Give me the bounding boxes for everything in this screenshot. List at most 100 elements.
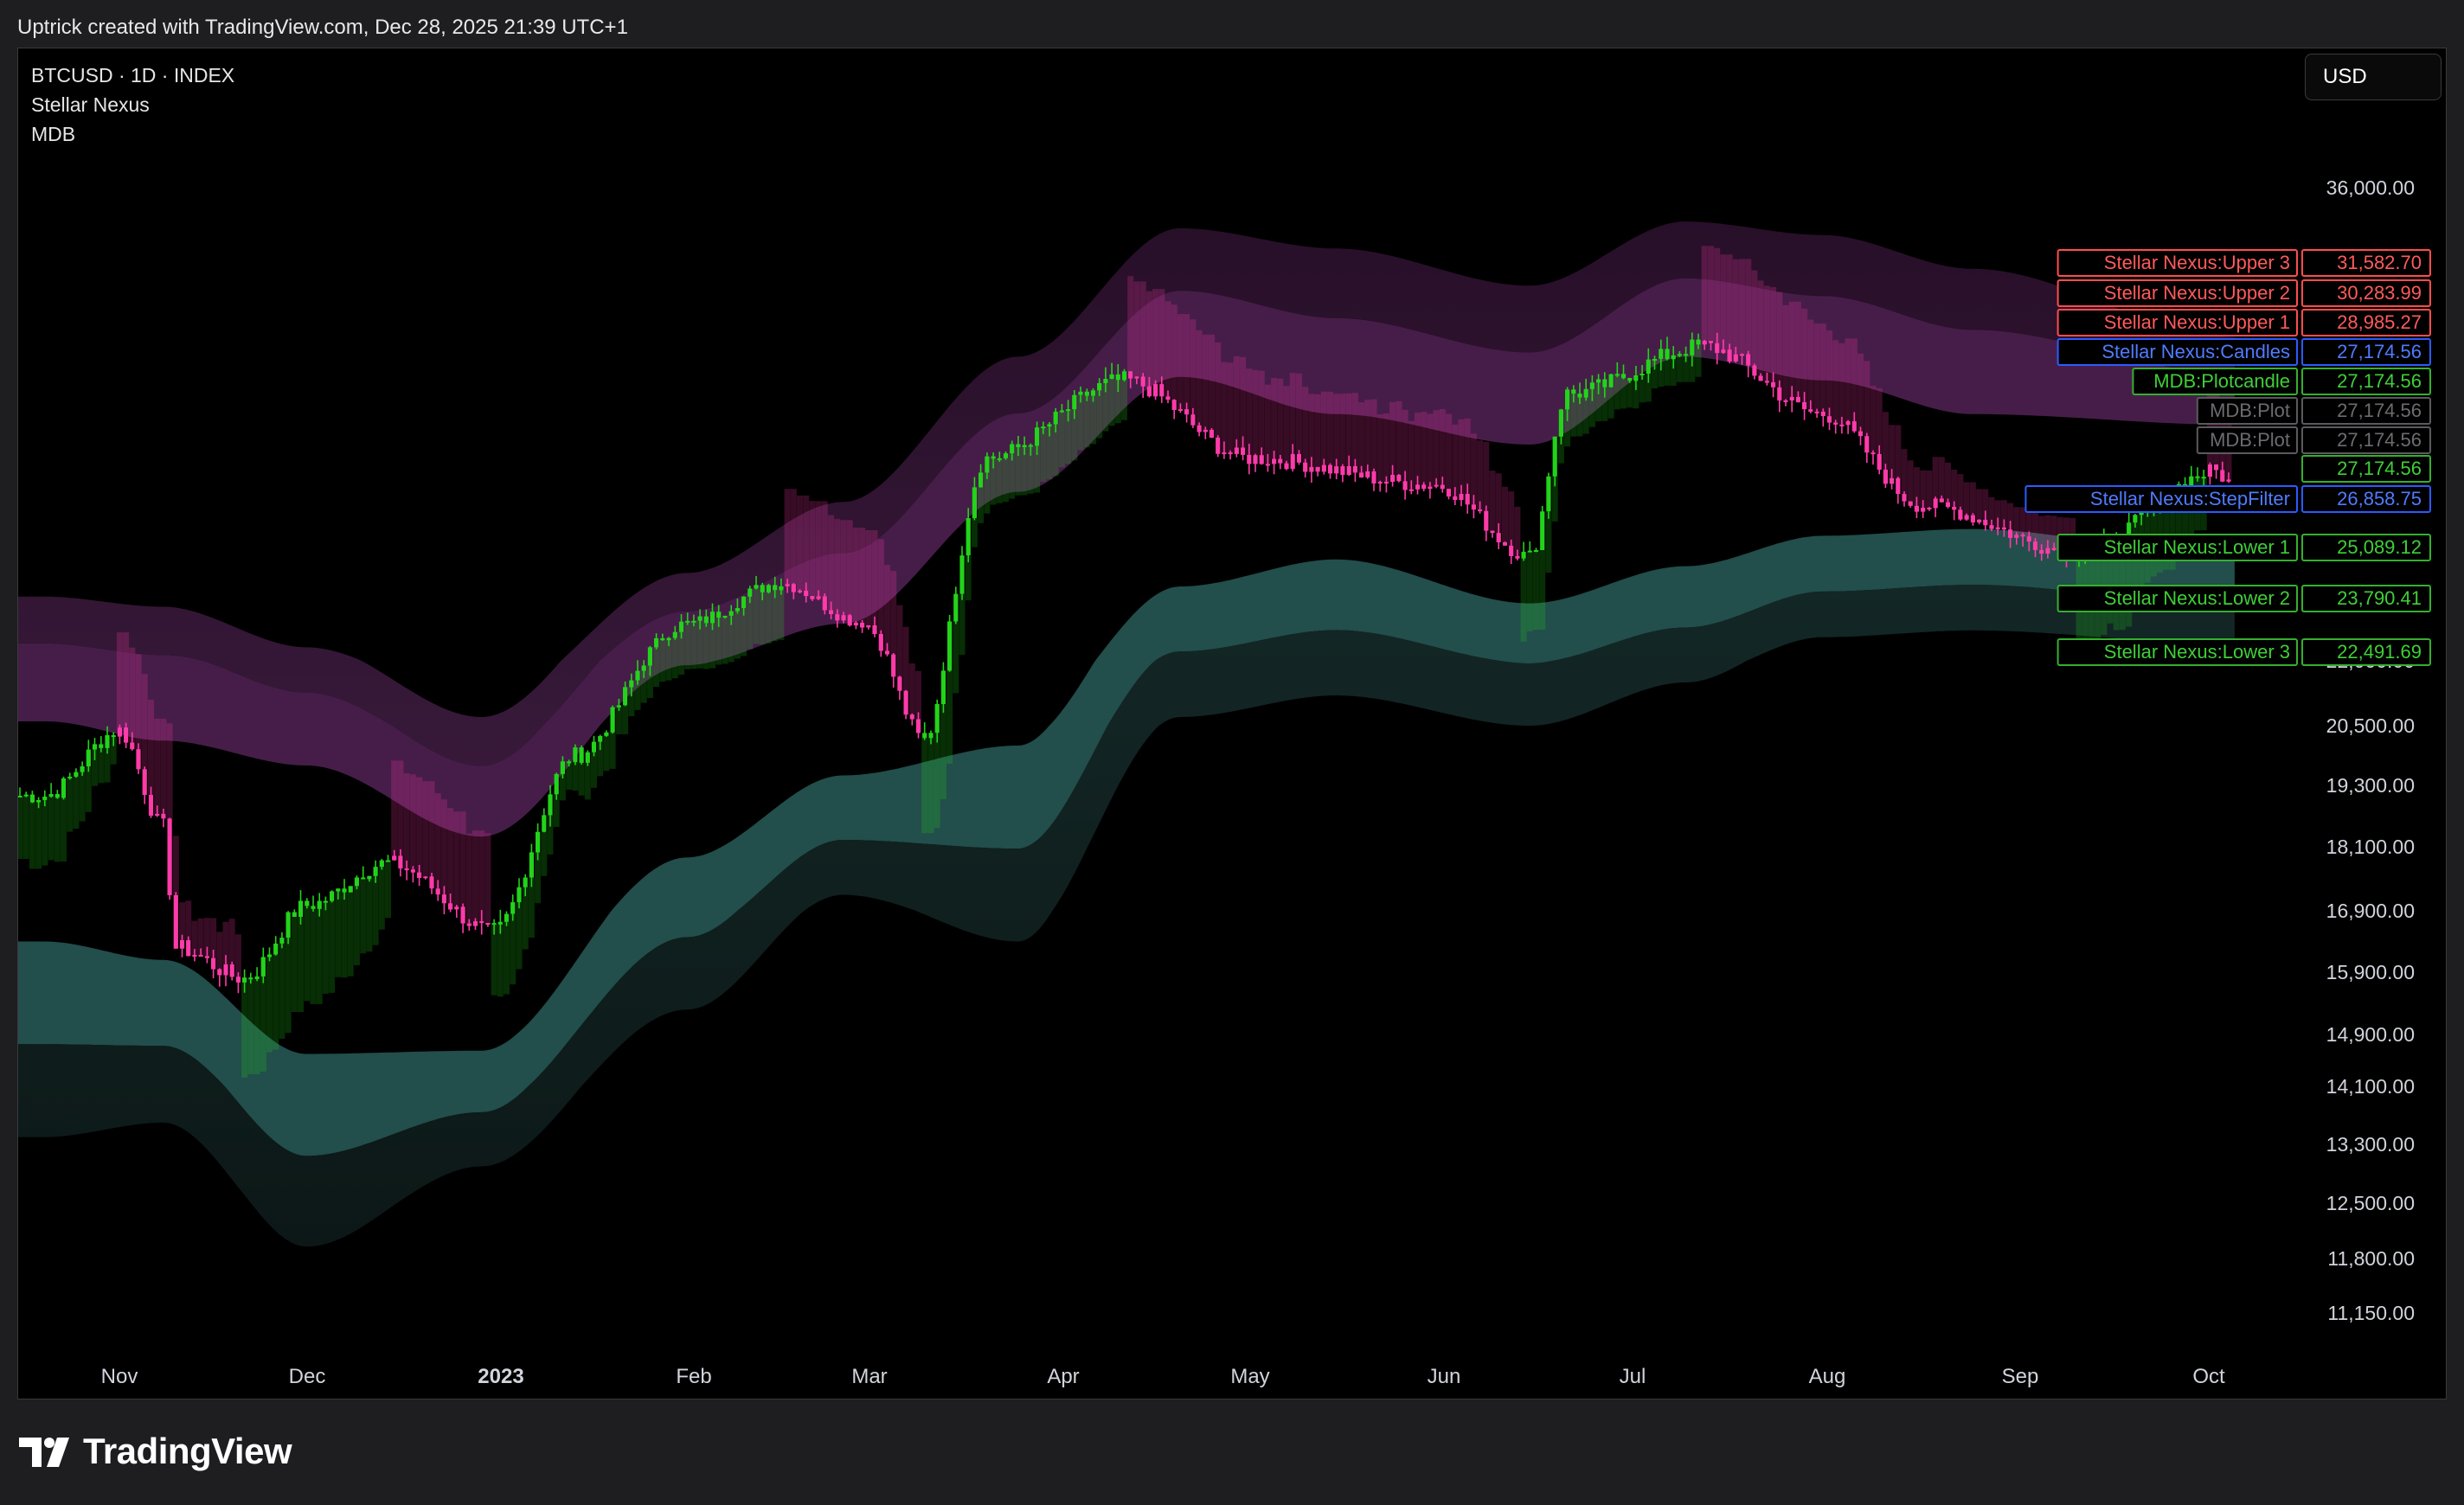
candle-body: [1396, 475, 1402, 482]
candle-body: [2051, 548, 2057, 550]
candle-body: [410, 869, 415, 873]
candle-body: [1777, 387, 1782, 400]
y-tick-label: 14,900.00: [2326, 1023, 2415, 1046]
y-tick-label: 11,800.00: [2327, 1247, 2415, 1270]
price-label-name: Stellar Nexus:Candles: [2101, 341, 2290, 362]
candle-body: [2020, 535, 2025, 537]
candle-body: [1016, 444, 1021, 447]
candle-body: [1620, 374, 1627, 379]
candle-body: [928, 733, 934, 739]
candle-body: [1746, 354, 1751, 366]
candle-body: [1914, 505, 1919, 512]
candle-body: [1402, 481, 1408, 490]
price-label-name: MDB:Plot: [2210, 429, 2290, 451]
candle-body: [1359, 472, 1364, 477]
indicator-stellar-nexus[interactable]: Stellar Nexus: [31, 90, 234, 119]
candle-body: [1571, 389, 1576, 394]
candle-body: [1309, 466, 1314, 472]
candle-body: [1596, 379, 1601, 383]
candle-body: [1209, 429, 1215, 438]
indicator-mdb[interactable]: MDB: [31, 119, 234, 149]
candle-body: [1521, 551, 1526, 559]
candle-body: [1708, 341, 1714, 343]
candle-body: [1577, 394, 1582, 398]
candle-body: [23, 794, 29, 797]
candle-body: [1583, 388, 1588, 398]
candle-body: [934, 704, 940, 733]
candle-body: [897, 676, 902, 691]
candle-body: [1321, 464, 1326, 472]
y-tick-label: 36,000.00: [2326, 176, 2415, 199]
x-tick-label: Jul: [1620, 1365, 1646, 1388]
y-tick-label: 16,900.00: [2326, 900, 2415, 922]
candle-body: [254, 976, 260, 979]
candle-body: [1284, 463, 1289, 470]
price-label-value: 27,174.56: [2337, 458, 2422, 479]
candle-body: [722, 615, 728, 618]
candle-body: [847, 615, 852, 626]
candle-body: [260, 957, 266, 977]
candle-body: [1247, 454, 1252, 464]
candle-body: [1265, 464, 1270, 466]
candle-body: [959, 555, 965, 594]
candle-body: [1820, 411, 1826, 417]
candle-body: [1758, 375, 1763, 381]
candle-body: [703, 616, 709, 624]
candle-body: [567, 761, 572, 764]
candle-body: [517, 887, 522, 903]
candle-body: [1159, 384, 1165, 397]
x-tick-label: Jun: [1428, 1365, 1461, 1388]
candle-body: [785, 584, 790, 586]
candle-body: [1216, 438, 1221, 454]
candle-body: [1041, 426, 1046, 429]
candle-body: [1165, 396, 1171, 400]
candle-body: [1446, 489, 1452, 496]
symbol-title[interactable]: BTCUSD · 1D · INDEX: [31, 61, 234, 90]
candle-body: [392, 855, 397, 861]
price-label-1: 31,582.70 Stellar Nexus:Upper 3: [2057, 249, 2431, 277]
candle-body: [616, 705, 621, 708]
candle-body: [1197, 425, 1202, 432]
candle-body: [2032, 541, 2038, 550]
candle-body: [1334, 466, 1339, 474]
price-chart[interactable]: 36,000.0022,000.0020,500.0019,300.0018,1…: [18, 48, 2446, 1399]
candle-body: [560, 761, 565, 774]
candle-body: [1939, 498, 1944, 503]
candle-body: [816, 596, 821, 599]
candle-body: [666, 637, 671, 641]
chart-pane[interactable]: 36,000.0022,000.0020,500.0019,300.0018,1…: [17, 48, 2447, 1399]
candle-body: [1509, 545, 1514, 556]
candle-body: [1047, 424, 1052, 427]
candle-body: [979, 472, 984, 488]
price-label-11: 23,790.41 Stellar Nexus:Lower 2: [2057, 585, 2431, 612]
tradingview-footer: TradingView: [19, 1425, 292, 1477]
candle-body: [1659, 349, 1664, 359]
price-label-5: 27,174.56 MDB:Plotcandle: [2132, 368, 2431, 395]
candle-body: [1908, 501, 1913, 506]
candle-body: [2039, 549, 2044, 554]
candle-body: [1177, 409, 1183, 412]
candle-body: [853, 623, 858, 626]
candle-body: [641, 665, 646, 671]
candle-body: [155, 814, 160, 817]
candle-body: [660, 637, 665, 641]
candle-body: [1877, 453, 1882, 470]
candle-body: [124, 727, 129, 743]
candle-body: [791, 584, 796, 592]
candle-body: [1484, 510, 1489, 531]
candle-body: [248, 977, 253, 980]
candle-body: [1883, 470, 1888, 484]
candle-body: [1958, 509, 1963, 520]
candle-body: [629, 680, 634, 688]
candle-body: [1203, 429, 1208, 432]
candle-body: [1671, 355, 1676, 360]
candle-body: [1502, 542, 1508, 546]
x-tick-label: Sep: [2002, 1365, 2039, 1388]
candle-body: [1003, 453, 1009, 458]
x-tick-label: Feb: [676, 1365, 711, 1388]
currency-button[interactable]: USD: [2305, 54, 2442, 100]
candle-body: [542, 815, 547, 832]
price-label-9: 26,858.75 Stellar Nexus:StepFilter: [2024, 485, 2431, 513]
candle-body: [491, 923, 497, 925]
candle-body: [891, 654, 896, 677]
